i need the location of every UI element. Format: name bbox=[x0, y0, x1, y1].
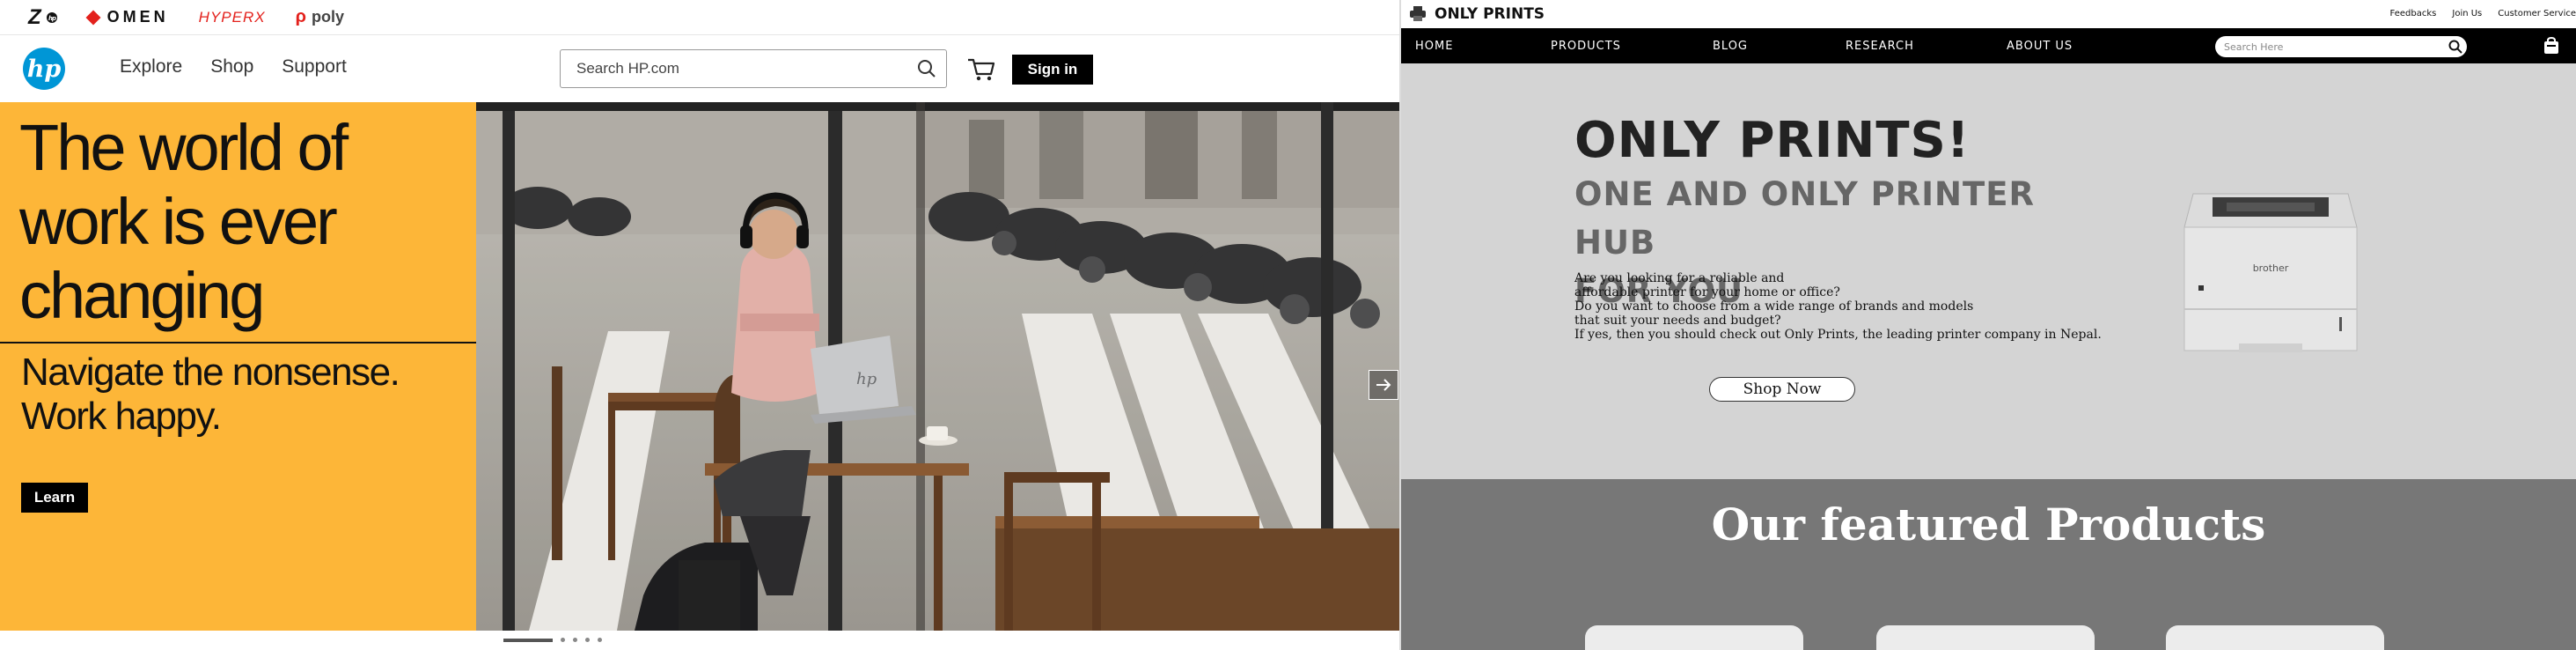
nav-support[interactable]: Support bbox=[282, 56, 347, 78]
op-nav-blog[interactable]: BLOG bbox=[1713, 40, 1748, 53]
carousel-dot[interactable] bbox=[573, 638, 577, 642]
product-card[interactable] bbox=[1876, 625, 2095, 650]
onlyprints-page: ONLY PRINTS Feedbacks Join Us Customer S… bbox=[1401, 0, 2576, 650]
printer-product-image: brother bbox=[2183, 193, 2358, 352]
op-hero-subtitle-line-1: ONE AND ONLY PRINTER HUB bbox=[1574, 175, 2036, 262]
featured-title: Our featured Products bbox=[1711, 499, 2266, 550]
printer-brand-label: brother bbox=[2253, 262, 2289, 274]
brand-poly-logo[interactable]: ρ poly bbox=[296, 7, 344, 27]
carousel-pagination bbox=[503, 638, 602, 642]
main-nav: hp Explore Shop Support Search HP.com Si… bbox=[0, 35, 1401, 102]
laptop-hp-logo: hp bbox=[856, 370, 877, 388]
search-icon[interactable] bbox=[2444, 36, 2467, 57]
hero-title: The world of work is ever changing bbox=[19, 111, 468, 333]
hp-logo[interactable]: hp bbox=[23, 48, 65, 90]
hp-logo-text: hp bbox=[26, 55, 62, 83]
op-nav-research[interactable]: RESEARCH bbox=[1846, 40, 1914, 53]
poly-mark-icon: ρ bbox=[295, 7, 306, 26]
nav-shop[interactable]: Shop bbox=[210, 56, 253, 78]
hero-title-line-3: changing bbox=[19, 259, 265, 332]
op-paragraph-line-5: If yes, then you should check out Only P… bbox=[1574, 328, 2102, 342]
hero-photo: hp bbox=[476, 102, 1401, 631]
nav-explore[interactable]: Explore bbox=[120, 56, 182, 78]
op-paragraph-line-2: affordable printer for your home or offi… bbox=[1574, 285, 1840, 299]
cart-icon[interactable] bbox=[2543, 37, 2560, 55]
hero-text-panel: The world of work is ever changing Navig… bbox=[0, 102, 476, 631]
search-icon[interactable] bbox=[907, 49, 946, 88]
op-paragraph-line-1: Are you looking for a reliable and bbox=[1574, 271, 1785, 285]
top-link-customer-service[interactable]: Customer Service bbox=[2498, 9, 2576, 18]
op-top-bar: ONLY PRINTS Feedbacks Join Us Customer S… bbox=[1401, 0, 2576, 28]
split-screen: Z hp OMEN HYPERX ρ poly hp Explore Shop bbox=[0, 0, 2576, 650]
op-search-input[interactable]: Search Here bbox=[2224, 41, 2444, 53]
op-nav-home[interactable]: HOME bbox=[1415, 40, 1453, 53]
search-input[interactable]: Search HP.com bbox=[576, 60, 907, 78]
brand-z-logo[interactable]: Z hp bbox=[28, 5, 58, 30]
z-by-hp-icon: hp bbox=[46, 11, 57, 23]
carousel-dot-active[interactable] bbox=[503, 638, 553, 642]
op-search-bar[interactable]: Search Here bbox=[2215, 36, 2467, 57]
op-nav-products[interactable]: PRODUCTS bbox=[1551, 40, 1621, 53]
carousel-dot[interactable] bbox=[561, 638, 565, 642]
hero-title-line-2: work is ever bbox=[19, 185, 338, 258]
search-bar[interactable]: Search HP.com bbox=[560, 49, 947, 88]
brand-omen-text: OMEN bbox=[106, 8, 169, 26]
hero-divider bbox=[0, 342, 476, 343]
hero-subtitle: Navigate the nonsense. Work happy. bbox=[21, 351, 470, 439]
top-link-join-us[interactable]: Join Us bbox=[2452, 9, 2482, 18]
product-card[interactable] bbox=[1585, 625, 1803, 650]
cart-icon[interactable] bbox=[966, 56, 996, 83]
brand-omen-logo[interactable]: OMEN bbox=[85, 8, 169, 26]
brand-bar: Z hp OMEN HYPERX ρ poly bbox=[0, 0, 1401, 35]
op-brand-name[interactable]: ONLY PRINTS bbox=[1435, 5, 1545, 23]
brand-hyperx-text: HYPERX bbox=[198, 8, 266, 26]
hero-title-line-1: The world of bbox=[19, 111, 349, 184]
svg-text:hp: hp bbox=[48, 15, 56, 22]
hp-page: Z hp OMEN HYPERX ρ poly hp Explore Shop bbox=[0, 0, 1401, 650]
product-card[interactable] bbox=[2166, 625, 2384, 650]
shop-now-button[interactable]: Shop Now bbox=[1709, 377, 1855, 402]
op-hero-title: ONLY PRINTS! bbox=[1574, 112, 1971, 169]
omen-diamond-icon bbox=[85, 10, 101, 25]
sign-in-button[interactable]: Sign in bbox=[1012, 55, 1093, 85]
hero-banner: The world of work is ever changing Navig… bbox=[0, 102, 1401, 631]
op-paragraph-line-4: that suit your needs and budget? bbox=[1574, 314, 1781, 328]
nav-menu: Explore Shop Support bbox=[120, 56, 347, 78]
arrow-right-icon bbox=[1376, 379, 1391, 391]
cafe-scene-illustration: hp bbox=[476, 102, 1401, 631]
brand-z-text: Z bbox=[28, 4, 41, 29]
brand-hyperx-logo[interactable]: HYPERX bbox=[199, 9, 266, 26]
hero-subtitle-line-1: Navigate the nonsense. bbox=[21, 351, 400, 394]
learn-button[interactable]: Learn bbox=[21, 483, 88, 513]
featured-products-section: Our featured Products bbox=[1401, 479, 2576, 650]
carousel-next-button[interactable] bbox=[1369, 370, 1398, 400]
top-link-feedbacks[interactable]: Feedbacks bbox=[2390, 9, 2437, 18]
op-nav-about-us[interactable]: ABOUT US bbox=[2007, 40, 2073, 53]
op-hero-paragraph: Are you looking for a reliable and affor… bbox=[1574, 271, 2103, 342]
op-nav-bar: HOME PRODUCTS BLOG RESEARCH ABOUT US Sea… bbox=[1401, 28, 2576, 63]
carousel-dot[interactable] bbox=[598, 638, 602, 642]
op-paragraph-line-3: Do you want to choose from a wide range … bbox=[1574, 299, 1974, 314]
brand-poly-text: poly bbox=[311, 8, 344, 26]
hero-subtitle-line-2: Work happy. bbox=[21, 395, 222, 438]
op-hero-section: ONLY PRINTS! ONE AND ONLY PRINTER HUB FO… bbox=[1401, 63, 2576, 479]
op-top-links: Feedbacks Join Us Customer Service bbox=[2390, 9, 2576, 18]
carousel-dot[interactable] bbox=[585, 638, 590, 642]
printer-logo-icon[interactable] bbox=[1410, 6, 1426, 21]
